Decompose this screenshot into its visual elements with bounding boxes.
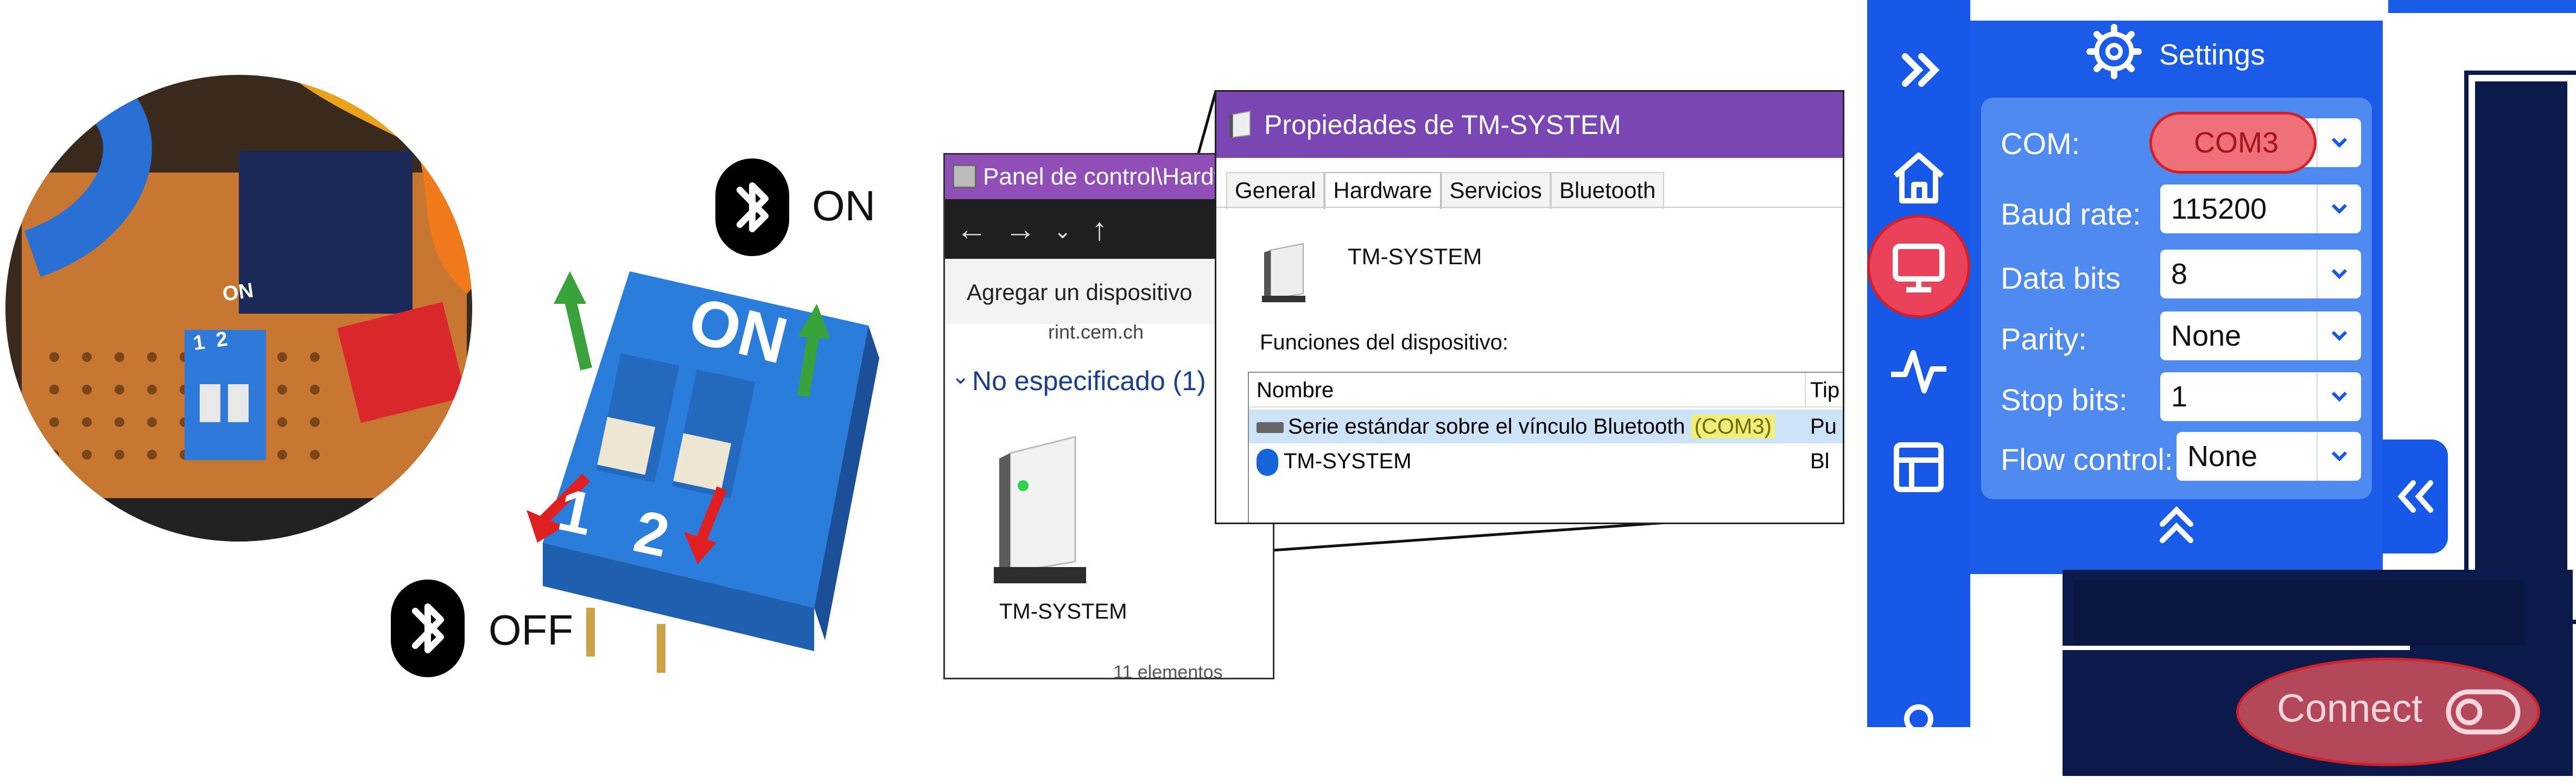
explorer-footer-count: 11 elementos	[1113, 662, 1223, 679]
com-label: COM:	[2001, 126, 2080, 161]
device-title-icon	[1226, 110, 1255, 139]
tab-bluetooth[interactable]: Bluetooth	[1550, 172, 1665, 209]
table-row[interactable]: TM-SYSTEM Bl	[1249, 444, 1843, 478]
collapse-side-tab[interactable]	[2383, 440, 2448, 553]
explorer-device-label[interactable]: TM-SYSTEM	[999, 600, 1127, 624]
settings-title: Settings	[2159, 39, 2266, 71]
chevron-down-icon[interactable]	[2317, 250, 2361, 298]
stop-bits-label: Stop bits:	[2001, 383, 2128, 417]
table-icon[interactable]	[1883, 432, 1954, 502]
baud-value: 115200	[2171, 193, 2267, 225]
functions-label: Funciones del dispositivo:	[1260, 330, 1509, 354]
flow-control-select[interactable]: None	[2177, 432, 2361, 481]
com-select[interactable]: COM3	[2149, 112, 2361, 174]
properties-dialog: Propiedades de TM-SYSTEM General Hardwar…	[1215, 90, 1844, 524]
row-name: TM-SYSTEM	[1284, 449, 1412, 473]
collapse-left-icon[interactable]	[2383, 440, 2448, 553]
bluetooth-icon	[1257, 449, 1278, 476]
frame-inner-top	[2073, 581, 2524, 646]
add-device-button[interactable]: Agregar un dispositivo	[967, 279, 1192, 305]
stop-bits-value: 1	[2171, 380, 2188, 413]
properties-title: Propiedades de TM-SYSTEM	[1264, 110, 1621, 140]
properties-tabs: General Hardware Servicios Bluetooth	[1226, 172, 1665, 209]
connect-label: Connect	[2277, 687, 2423, 730]
parity-value: None	[2171, 320, 2242, 352]
tab-divider	[1216, 207, 1843, 208]
tab-hardware[interactable]: Hardware	[1324, 172, 1441, 209]
serial-port-icon	[1257, 422, 1284, 434]
parity-label: Parity:	[2001, 322, 2087, 356]
row-type: Bl	[1810, 449, 1830, 473]
functions-table: Nombre Tip Serie estándar sobre el víncu…	[1248, 372, 1843, 523]
expand-double-chevron-icon[interactable]	[1883, 35, 1954, 105]
back-arrow-icon[interactable]: ←	[956, 211, 987, 247]
baud-select[interactable]: 115200	[2160, 184, 2361, 233]
right-dark-block	[2475, 81, 2567, 624]
control-panel-icon	[953, 164, 976, 188]
column-tipo[interactable]: Tip	[1805, 373, 1839, 408]
tab-servicios[interactable]: Servicios	[1441, 172, 1551, 209]
collapse-up-icon[interactable]	[2155, 499, 2198, 548]
device-icon	[1260, 239, 1312, 304]
connect-button[interactable]: Connect	[2236, 658, 2540, 766]
home-icon[interactable]	[1883, 142, 1954, 213]
parity-select[interactable]: None	[2160, 311, 2361, 360]
activity-icon[interactable]	[1883, 336, 1954, 407]
row-type: Pu	[1810, 415, 1837, 438]
frame-divider	[2063, 646, 2410, 650]
monitor-icon[interactable]	[1883, 231, 1954, 302]
chevron-down-icon[interactable]	[2317, 432, 2361, 481]
chevron-down-icon[interactable]	[2317, 184, 2361, 233]
group-chevron-icon[interactable]: ⌄	[951, 364, 970, 389]
device-name: TM-SYSTEM	[1348, 244, 1482, 269]
forward-arrow-icon[interactable]: →	[1005, 211, 1036, 247]
up-arrow-icon[interactable]: ↑	[1092, 211, 1107, 247]
gear-icon	[2084, 22, 2144, 81]
group-header[interactable]: No especificado (1)	[972, 365, 1206, 397]
top-edge-bar	[2388, 0, 2576, 13]
data-bits-label: Data bits	[2001, 261, 2121, 295]
row-name: Serie estándar sobre el vínculo Bluetoot…	[1288, 415, 1685, 438]
data-bits-value: 8	[2171, 258, 2188, 290]
table-row[interactable]: Serie estándar sobre el vínculo Bluetoot…	[1249, 410, 1843, 443]
properties-titlebar: Propiedades de TM-SYSTEM	[1216, 92, 1843, 158]
user-icon[interactable]	[1883, 689, 1954, 760]
chevron-down-icon[interactable]	[2317, 118, 2361, 167]
explorer-title: Panel de control\Hardw	[983, 163, 1232, 190]
table-header: Nombre Tip	[1249, 373, 1843, 408]
flow-control-label: Flow control:	[2001, 442, 2173, 476]
chevron-down-icon[interactable]: ⌄	[1054, 219, 1072, 244]
flow-control-value: None	[2187, 440, 2258, 473]
chevron-down-icon[interactable]	[2317, 372, 2361, 421]
tab-general[interactable]: General	[1226, 172, 1325, 209]
stop-bits-select[interactable]: 1	[2160, 372, 2361, 421]
toggle-icon	[2445, 689, 2521, 735]
chevron-down-icon[interactable]	[2317, 311, 2361, 360]
partial-item-label: rint.cem.ch	[1048, 321, 1144, 343]
sidebar-rail	[1867, 0, 1970, 734]
data-bits-select[interactable]: 8	[2160, 250, 2361, 298]
column-nombre[interactable]: Nombre	[1257, 378, 1334, 402]
com-value: COM3	[2194, 126, 2279, 159]
baud-label: Baud rate:	[2001, 197, 2141, 231]
com-port-highlight: (COM3)	[1691, 415, 1775, 438]
tower-device-icon[interactable]	[988, 426, 1097, 589]
